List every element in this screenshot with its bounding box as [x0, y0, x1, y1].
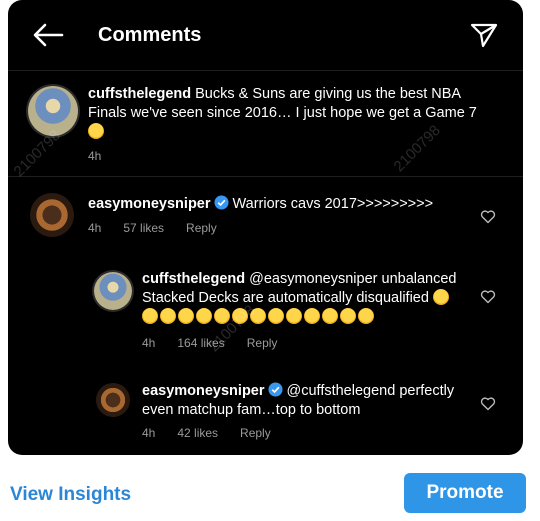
- comments-panel: Comments cuffsthelegend Bucks & Suns are …: [8, 0, 523, 455]
- laughing-emoji-icon: [196, 308, 212, 324]
- comment-time: 4h: [142, 426, 156, 440]
- laughing-emoji-icon: [322, 308, 338, 324]
- heart-icon[interactable]: [480, 289, 496, 304]
- header-divider: [8, 70, 523, 71]
- comment-meta: 4h 42 likes Reply: [142, 426, 271, 440]
- laughing-emoji-icon: [358, 308, 374, 324]
- verified-badge-icon: [267, 382, 283, 397]
- comment-likes[interactable]: 57 likes: [123, 221, 164, 235]
- reply-button[interactable]: Reply: [240, 426, 271, 440]
- laughing-emoji-icon: [178, 308, 194, 324]
- back-arrow-icon[interactable]: [32, 22, 64, 48]
- comment-username[interactable]: easymoneysniper: [88, 196, 211, 212]
- laughing-emoji-icon: [340, 308, 356, 324]
- promote-button[interactable]: Promote: [404, 473, 526, 513]
- comment-text: cuffsthelegend @easymoneysniper unbalance…: [142, 270, 472, 327]
- avatar[interactable]: [30, 193, 74, 237]
- page-title: Comments: [98, 24, 202, 46]
- comment-body: Warriors cavs 2017>>>>>>>>>: [232, 196, 434, 212]
- comment-text: easymoneysniper @cuffsthelegend perfectly…: [142, 382, 472, 420]
- view-insights-link[interactable]: View Insights: [10, 484, 131, 506]
- comment-text: easymoneysniper Warriors cavs 2017>>>>>>>…: [88, 195, 468, 214]
- laughing-emoji-icon: [432, 289, 449, 305]
- avatar[interactable]: [96, 383, 130, 417]
- laughing-emoji-icon: [268, 308, 284, 324]
- laughing-emoji-icon: [304, 308, 320, 324]
- watermark: 2100798: [10, 126, 64, 181]
- heart-icon[interactable]: [480, 396, 496, 411]
- comment-likes[interactable]: 42 likes: [177, 426, 218, 440]
- verified-badge-icon: [213, 195, 229, 210]
- laughing-emoji-icon: [142, 308, 158, 324]
- grimacing-emoji-icon: [88, 123, 104, 139]
- laughing-emoji-icon: [160, 308, 176, 324]
- laughing-emoji-icon: [286, 308, 302, 324]
- emoji-row: [142, 308, 376, 325]
- caption-meta: 4h: [88, 149, 101, 163]
- comment-username[interactable]: easymoneysniper: [142, 383, 265, 399]
- comment-time: 4h: [142, 336, 156, 350]
- caption-time: 4h: [88, 149, 102, 163]
- comment-time: 4h: [88, 221, 102, 235]
- avatar[interactable]: [94, 272, 132, 310]
- comment-username[interactable]: cuffsthelegend: [142, 271, 245, 287]
- heart-icon[interactable]: [480, 209, 496, 224]
- comment-meta: 4h 57 likes Reply: [88, 221, 217, 235]
- reply-button[interactable]: Reply: [186, 221, 217, 235]
- reply-button[interactable]: Reply: [247, 336, 278, 350]
- send-icon[interactable]: [470, 22, 498, 48]
- caption-divider: [8, 176, 523, 177]
- caption-username[interactable]: cuffsthelegend: [88, 86, 191, 102]
- comments-header: Comments: [8, 0, 523, 70]
